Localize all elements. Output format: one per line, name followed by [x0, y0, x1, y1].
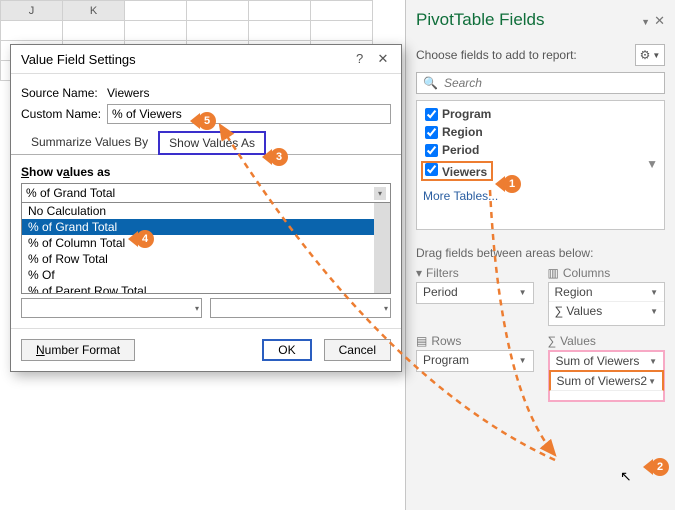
rows-area-header: ▤Rows [416, 334, 534, 350]
show-values-as-select[interactable]: % of Grand Total ▾ [21, 183, 391, 203]
custom-name-input[interactable] [107, 104, 391, 124]
fields-list: Program Region Period Viewers More Table… [416, 100, 665, 230]
field-label: Program [442, 107, 491, 121]
opt-row-total[interactable]: % of Row Total [22, 251, 390, 267]
col-header-k: K [63, 1, 125, 21]
value-field-settings-dialog: Value Field Settings ? ✕ Source Name: Vi… [10, 44, 402, 372]
field-region[interactable]: Region [421, 123, 660, 141]
dialog-close-icon[interactable]: ✕ [373, 51, 393, 67]
field-program[interactable]: Program [421, 105, 660, 123]
column-item-region[interactable]: Region▼ [549, 283, 665, 302]
select-value: % of Grand Total [26, 186, 115, 200]
callout-1: 1 [495, 175, 521, 193]
search-input[interactable] [442, 75, 658, 91]
tab-summarize-by[interactable]: Summarize Values By [21, 131, 158, 155]
source-name-value: Viewers [107, 86, 149, 100]
rows-area-icon: ▤ [416, 334, 427, 348]
opt-column-total[interactable]: % of Column Total [22, 235, 390, 251]
callout-3: 3 [262, 148, 288, 166]
callout-5: 5 [190, 112, 216, 130]
filters-area-header: ▾Filters [416, 266, 534, 282]
field-label: Period [442, 143, 479, 157]
opt-no-calculation[interactable]: No Calculation [22, 203, 390, 219]
cancel-button[interactable]: Cancel [324, 339, 391, 361]
columns-area[interactable]: Region▼ ∑ Values▼ [548, 282, 666, 326]
source-name-label: Source Name: [21, 86, 107, 100]
drag-areas-label: Drag fields between areas below: [416, 246, 665, 260]
search-input-wrap[interactable]: 🔍 [416, 72, 665, 94]
show-values-as-listbox[interactable]: No Calculation % of Grand Total % of Col… [21, 202, 391, 294]
panel-title: PivotTable Fields [416, 10, 545, 30]
dialog-titlebar[interactable]: Value Field Settings ? ✕ [11, 45, 401, 74]
filter-icon[interactable]: ▼ [646, 157, 658, 171]
gear-icon: ⚙ [640, 48, 651, 62]
field-period[interactable]: Period [421, 141, 660, 159]
panel-menu-caret-icon[interactable]: ▼ [641, 17, 650, 27]
rows-area[interactable]: Program▼ [416, 350, 534, 372]
choose-fields-label: Choose fields to add to report: [416, 48, 577, 62]
value-item-sum-viewers2[interactable]: Sum of Viewers2▼ [549, 370, 665, 391]
value-item-sum-viewers[interactable]: Sum of Viewers▼ [550, 352, 664, 371]
checkbox-viewers[interactable] [425, 163, 438, 176]
custom-name-label: Custom Name: [21, 107, 107, 121]
filters-area[interactable]: Period▼ [416, 282, 534, 304]
field-label: Viewers [442, 165, 487, 179]
row-item-program[interactable]: Program▼ [417, 351, 533, 369]
help-icon[interactable]: ? [350, 51, 370, 66]
column-item-values[interactable]: ∑ Values▼ [549, 302, 665, 320]
listbox-scrollbar[interactable] [374, 203, 390, 293]
col-header-j: J [1, 1, 63, 21]
checkbox-period[interactable] [425, 144, 438, 157]
checkbox-program[interactable] [425, 108, 438, 121]
search-icon: 🔍 [423, 76, 438, 90]
pivot-fields-panel: PivotTable Fields ▼ ✕ Choose fields to ad… [405, 0, 675, 510]
field-label: Region [442, 125, 483, 139]
base-field-dropdown[interactable]: ▾ [21, 298, 202, 318]
close-icon[interactable]: ✕ [654, 13, 665, 28]
sigma-icon: ∑ [548, 334, 557, 348]
values-area-header: ∑Values [548, 334, 666, 350]
callout-2: 2 [643, 458, 669, 476]
show-values-as-label: Show values as [21, 165, 391, 179]
mouse-cursor-icon: ↖ [620, 468, 632, 485]
tab-show-values-as[interactable]: Show Values As [158, 131, 266, 155]
chevron-down-icon: ▾ [374, 187, 386, 200]
field-viewers[interactable]: Viewers [421, 159, 660, 183]
callout-4: 4 [128, 230, 154, 248]
checkbox-region[interactable] [425, 126, 438, 139]
columns-area-header: ▥Columns [548, 266, 666, 282]
layout-options-button[interactable]: ⚙▼ [635, 44, 665, 66]
opt-pct-of[interactable]: % Of [22, 267, 390, 283]
more-tables-link[interactable]: More Tables... [423, 189, 658, 203]
filter-item-period[interactable]: Period▼ [417, 283, 533, 301]
ok-button[interactable]: OK [262, 339, 311, 361]
dialog-title: Value Field Settings [21, 52, 136, 67]
number-format-button[interactable]: Number Format [21, 339, 135, 361]
opt-grand-total[interactable]: % of Grand Total [22, 219, 390, 235]
columns-area-icon: ▥ [548, 266, 559, 280]
filter-area-icon: ▾ [416, 266, 422, 280]
opt-parent-row[interactable]: % of Parent Row Total [22, 283, 390, 294]
base-item-dropdown[interactable]: ▾ [210, 298, 391, 318]
values-area[interactable]: Sum of Viewers▼ Sum of Viewers2▼ [548, 350, 666, 402]
